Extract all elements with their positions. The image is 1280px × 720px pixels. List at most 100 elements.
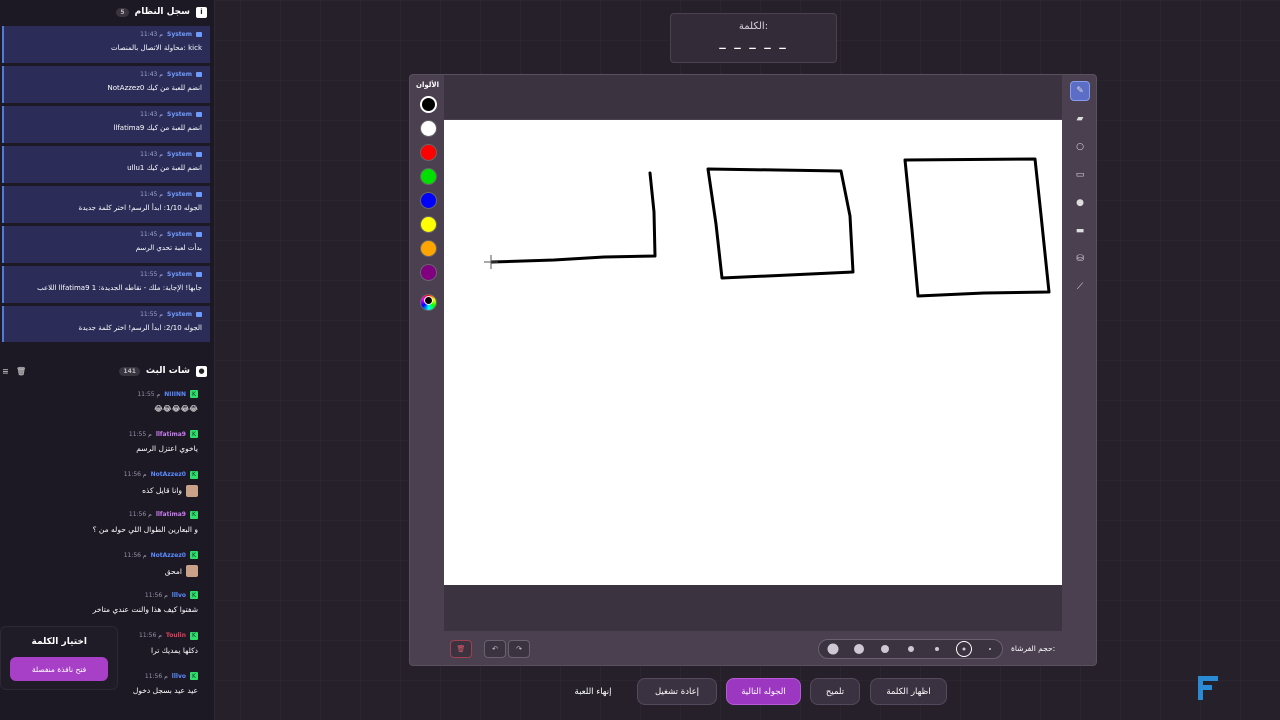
chat-username[interactable]: Toulin — [166, 632, 186, 639]
system-log-list[interactable]: 11:43 م System محاولة الاتصال بالمنصات: ki… — [0, 26, 210, 342]
filled-circle-icon[interactable]: ● — [1070, 193, 1090, 213]
chat-time: 11:56 م — [128, 511, 152, 519]
chat-username[interactable]: NotAzzez0 — [151, 471, 186, 478]
system-log-time: 11:45 م — [140, 231, 163, 238]
eraser-icon[interactable]: ▰ — [1070, 109, 1090, 129]
system-log-meta: 11:43 م System — [140, 111, 202, 118]
color-swatch[interactable] — [420, 96, 437, 113]
color-swatch[interactable] — [420, 240, 437, 257]
brush-size-option[interactable] — [854, 644, 864, 654]
system-log-sender: System — [167, 271, 192, 278]
chat-header: ≡ 🗑 141 شات البث ● — [0, 360, 215, 382]
color-swatch[interactable] — [420, 120, 437, 137]
pen-icon[interactable]: ✎ — [1070, 81, 1090, 101]
color-swatch[interactable] — [420, 168, 437, 185]
color-swatch[interactable] — [420, 216, 437, 233]
circle-icon[interactable]: ○ — [1070, 137, 1090, 157]
kick-platform-icon: K — [190, 470, 198, 479]
system-log-item: 11:55 م System الجوله 2/10: ابدأ الرسم! اخ… — [2, 306, 210, 342]
color-swatch[interactable] — [420, 192, 437, 209]
trash-icon[interactable]: 🗑 — [16, 367, 26, 376]
brush-size-option[interactable] — [908, 646, 914, 652]
chat-meta: 11:55 م llfatima9 K — [129, 430, 198, 439]
system-log-item: 11:43 م System llfatima9 انضم للعبة من كيك — [2, 106, 210, 143]
color-swatch[interactable] — [420, 264, 437, 281]
chat-text: شفتوا كيف هذا والنت عندي متاخر — [92, 605, 198, 615]
chat-meta: 11:56 م llfatima9 K — [128, 510, 198, 519]
system-log-message: الجوله 2/10: ابدأ الرسم! اختر كلمة جديدة — [78, 324, 202, 332]
clear-canvas-icon[interactable]: 🗑 — [450, 640, 472, 658]
system-log-time: 11:45 م — [140, 191, 163, 198]
redo-icon[interactable]: ↷ — [508, 640, 530, 658]
chat-username[interactable]: NIIINN — [164, 391, 186, 398]
system-log-sender: System — [167, 71, 192, 78]
chat-message: 11:56 م llfatima9 K و البعارين الطوال اللي … — [0, 507, 210, 547]
filled-rectangle-icon[interactable]: ▬ — [1070, 221, 1090, 241]
open-separate-window-button[interactable]: فتح نافذة منفصلة — [10, 657, 108, 681]
custom-color-picker[interactable] — [420, 294, 437, 311]
restart-button[interactable]: إعادة تشغيل — [637, 678, 717, 705]
rectangle-icon[interactable]: ▭ — [1070, 165, 1090, 185]
system-log-item: 11:43 م System ullu1 انضم للعبة من كيك — [2, 146, 210, 183]
next-round-button[interactable]: الجوله التالية — [726, 678, 801, 705]
system-log-message: llfatima9 انضم للعبة من كيك — [113, 124, 202, 132]
system-log-header: 5 سجل النظام i — [0, 1, 215, 23]
chat-message: 11:56 م NotAzzez0 K امحق — [0, 547, 210, 587]
chat-username[interactable]: lllvo — [172, 592, 186, 599]
brush-size-option-selected[interactable] — [956, 641, 972, 657]
chat-message: 11:55 م NIIINN K 😂😂😂😂😂 — [0, 386, 210, 426]
system-log-time: 11:43 م — [140, 71, 163, 78]
chat-username[interactable]: lllvo — [172, 673, 186, 680]
menu-icon[interactable]: ≡ — [2, 367, 9, 376]
drawing-board: الألوان ✎ ▰ ○ ▭ ● ▬ ⛁ ⟋ 🗑 ↶ ↷ حجم الفرشا… — [409, 74, 1097, 666]
system-log-sender: System — [167, 231, 192, 238]
chat-time: 11:55 م — [137, 390, 161, 398]
system-log-message: محاولة الاتصال بالمنصات: kick — [111, 44, 202, 52]
board-footer: 🗑 ↶ ↷ حجم الفرشاة: — [444, 632, 1062, 666]
chat-text: دكلها يمديك ترا — [151, 645, 198, 655]
system-log-time: 11:43 م — [140, 31, 163, 38]
kick-platform-icon: K — [190, 430, 198, 439]
hint-button[interactable]: تلميح — [810, 678, 860, 705]
system-log-message: بدأت لعبة تحدي الرسم — [135, 244, 202, 252]
palette-label: الألوان — [416, 81, 440, 89]
word-picker-title: اختيار الكلمة — [31, 637, 87, 647]
chat-title: شات البث — [145, 366, 190, 376]
chat-text: 😂😂😂😂😂 — [154, 404, 198, 413]
info-icon: i — [196, 6, 207, 18]
reveal-word-button[interactable]: اظهار الكلمة — [870, 678, 947, 705]
undo-icon[interactable]: ↶ — [484, 640, 506, 658]
system-log-meta: 11:43 م System — [140, 31, 202, 38]
brush-size-option[interactable] — [827, 643, 839, 655]
tool-bar: ✎ ▰ ○ ▭ ● ▬ ⛁ ⟋ — [1063, 75, 1098, 667]
chat-username[interactable]: NotAzzez0 — [151, 552, 186, 559]
end-game-button[interactable]: إنهاء اللعبة — [558, 678, 628, 705]
kick-platform-icon: K — [190, 510, 198, 519]
brush-size-option[interactable] — [989, 648, 991, 650]
chat-text: وانا قايل كذه — [142, 486, 182, 496]
drawing-canvas[interactable] — [444, 120, 1062, 585]
fill-bucket-icon[interactable]: ⛁ — [1070, 249, 1090, 269]
system-log-meta: 11:45 م System — [140, 231, 202, 238]
system-log-meta: 11:55 م System — [140, 311, 202, 318]
chat-text: ياخوي اعتزل الرسم — [136, 444, 198, 454]
canvas-top-bar — [444, 75, 1062, 119]
line-icon[interactable]: ⟋ — [1070, 277, 1090, 297]
chat-username[interactable]: llfatima9 — [156, 511, 186, 518]
brush-size-option[interactable] — [935, 647, 939, 651]
chat-message: 11:56 م lllvo K شفتوا كيف هذا والنت عندي مت… — [0, 587, 210, 627]
word-display: الكلمة: _ _ _ _ _ — [670, 13, 837, 63]
bot-icon — [196, 112, 202, 117]
kick-platform-icon: K — [190, 631, 198, 640]
system-log-title: سجل النظام — [134, 7, 190, 17]
system-log-message: ullu1 انضم للعبة من كيك — [127, 164, 202, 172]
system-log-sender: System — [167, 31, 192, 38]
system-log-message: الجوله 1/10: ابدأ الرسم! اختر كلمة جديدة — [78, 204, 202, 212]
chat-username[interactable]: llfatima9 — [156, 431, 186, 438]
system-log-sender: System — [167, 311, 192, 318]
brush-size-option[interactable] — [881, 645, 889, 653]
canvas-drawing — [484, 157, 1051, 298]
color-swatch[interactable] — [420, 144, 437, 161]
system-log-sender: System — [167, 111, 192, 118]
chat-time: 11:56 م — [144, 591, 168, 599]
